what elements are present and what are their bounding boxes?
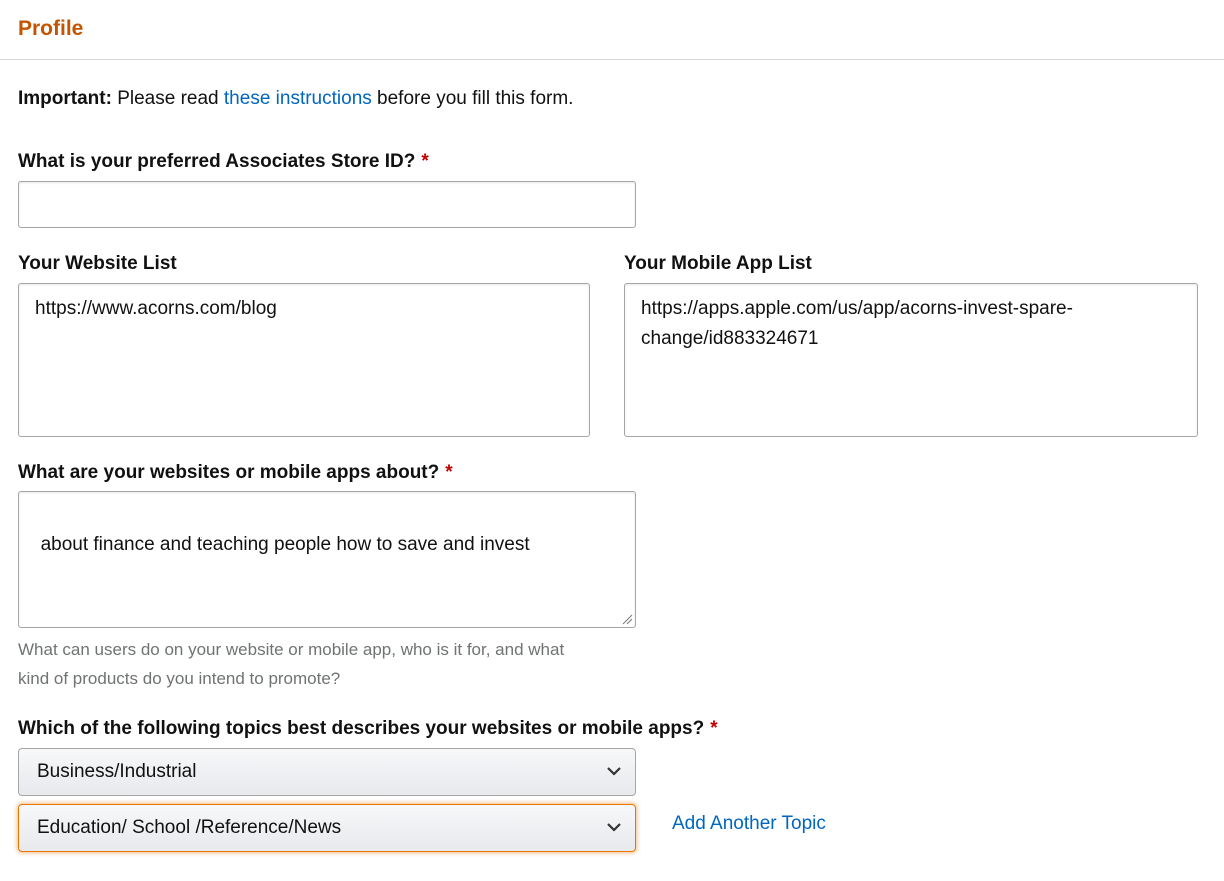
important-text-before: Please read (111, 88, 224, 109)
about-textarea-wrapper[interactable]: about finance and teaching people how to… (18, 491, 636, 628)
topics-required-mark: * (710, 718, 718, 739)
about-required-mark: * (445, 462, 453, 483)
store-id-input[interactable] (18, 181, 636, 228)
topics-label: Which of the following topics best descr… (18, 718, 718, 740)
resize-grip-icon[interactable] (621, 613, 633, 625)
website-list-textarea[interactable]: https://www.acorns.com/blog (18, 283, 590, 437)
about-label-text: What are your websites or mobile apps ab… (18, 462, 440, 483)
page-header: Profile (0, 0, 1224, 60)
about-label: What are your websites or mobile apps ab… (18, 462, 453, 484)
topic-select-1-value: Business/Industrial (37, 761, 197, 782)
add-another-topic-link[interactable]: Add Another Topic (672, 813, 826, 835)
store-id-required-mark: * (421, 151, 429, 172)
topic-select-2[interactable]: Education/ School /Reference/News (18, 804, 636, 852)
about-hint: What can users do on your website or mob… (18, 640, 565, 688)
topic-select-2-value: Education/ School /Reference/News (37, 817, 342, 838)
about-textarea[interactable]: about finance and teaching people how to… (41, 534, 530, 555)
important-notice: Important: Please read these instruction… (18, 88, 573, 110)
website-list-label: Your Website List (18, 253, 177, 274)
chevron-down-icon (607, 767, 621, 776)
topic-select-1[interactable]: Business/Industrial (18, 748, 636, 796)
important-prefix: Important: (18, 88, 112, 109)
store-id-label: What is your preferred Associates Store … (18, 151, 429, 173)
important-text-after: before you fill this form. (371, 88, 574, 109)
instructions-link[interactable]: these instructions (224, 88, 372, 109)
app-list-label: Your Mobile App List (624, 253, 812, 274)
topics-label-text: Which of the following topics best descr… (18, 718, 705, 739)
store-id-label-text: What is your preferred Associates Store … (18, 151, 416, 172)
page-title: Profile (18, 17, 84, 40)
chevron-down-icon (607, 823, 621, 832)
app-list-textarea[interactable]: https://apps.apple.com/us/app/acorns-inv… (624, 283, 1198, 437)
